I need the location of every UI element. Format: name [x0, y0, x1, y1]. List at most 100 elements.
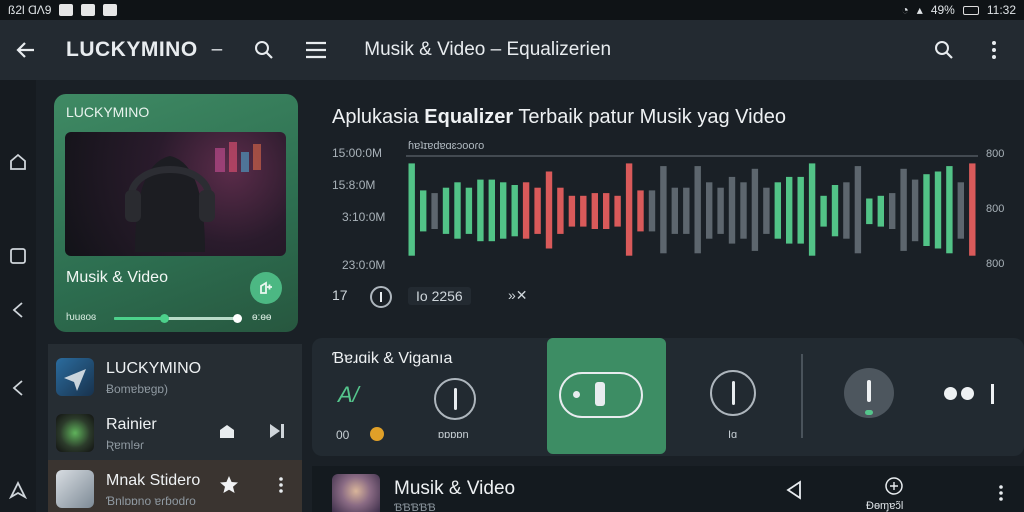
equalizer-heading: Aplukasia Equalizer Terbaik patur Musik …	[332, 106, 786, 129]
eq-bar[interactable]	[500, 182, 507, 239]
eq-bar[interactable]	[751, 168, 759, 251]
menu-icon[interactable]	[296, 30, 336, 70]
volume-icon[interactable]	[784, 480, 804, 505]
eq-bar[interactable]	[843, 182, 850, 239]
eq-bar[interactable]	[408, 163, 415, 256]
play-circle-icon[interactable]	[370, 286, 392, 308]
eq-bar[interactable]	[877, 195, 884, 227]
eq-bar[interactable]	[477, 179, 484, 242]
wifi-icon: ◔	[901, 3, 909, 17]
track-subtitle: Ʀɐmlɘɾ	[106, 438, 145, 452]
heading-bold-text: Equalizer	[424, 106, 514, 128]
youtube-icon	[81, 4, 96, 16]
track-subtitle: Ɓnlɒɒno ɐɾɓodɾo	[106, 494, 196, 508]
eq-bar[interactable]	[671, 187, 678, 234]
search-icon[interactable]	[244, 30, 284, 70]
eq-bar[interactable]	[797, 176, 804, 244]
eq-bar[interactable]	[557, 187, 564, 234]
search-icon[interactable]	[924, 30, 964, 70]
list-item[interactable]: Rainier Ʀɐmlɘɾ	[48, 404, 302, 458]
eq-bar[interactable]	[465, 187, 473, 234]
eq-bar[interactable]	[580, 195, 587, 227]
eq-bar[interactable]	[728, 176, 736, 244]
chevron-left-icon[interactable]	[6, 298, 30, 322]
bookmark-icon[interactable]	[6, 478, 30, 502]
eq-bar[interactable]	[786, 176, 793, 244]
eq-bar[interactable]	[763, 187, 770, 234]
more-vert-icon[interactable]	[998, 484, 1004, 507]
eq-bar[interactable]	[934, 171, 942, 249]
eq-bar[interactable]	[568, 195, 576, 227]
volume-knob[interactable]	[844, 368, 894, 418]
eq-bar[interactable]	[614, 195, 621, 227]
eq-bar[interactable]	[889, 193, 896, 229]
y-tick-label: 15:8:0M	[332, 178, 376, 192]
eq-bar[interactable]	[740, 182, 747, 239]
eq-bar[interactable]	[900, 168, 907, 251]
seek-handle[interactable]	[160, 314, 170, 323]
eq-bar[interactable]	[648, 190, 656, 232]
eq-bar[interactable]	[442, 187, 450, 234]
home-icon[interactable]	[6, 150, 30, 174]
eq-bar[interactable]	[831, 185, 839, 237]
eq-bar[interactable]	[694, 166, 701, 254]
eq-bar[interactable]	[946, 166, 953, 254]
more-vert-icon[interactable]	[270, 474, 292, 496]
eq-bar[interactable]	[969, 163, 976, 256]
eq-bar[interactable]	[911, 179, 919, 242]
effect-icon[interactable]: A/	[338, 382, 359, 408]
eq-bar[interactable]	[854, 166, 862, 254]
eq-footer-chip[interactable]: Io 2256	[408, 287, 471, 305]
more-options-icon[interactable]	[944, 384, 1004, 404]
skip-next-icon[interactable]	[266, 420, 288, 442]
seek-bar[interactable]: ƕuɞoɞ ɵ:ɵɵ	[66, 311, 288, 325]
system-nav	[0, 80, 36, 512]
eq-bar[interactable]	[625, 163, 633, 256]
eq-bar[interactable]	[683, 187, 690, 234]
eq-bar[interactable]	[957, 182, 964, 239]
chevron-left-icon[interactable]	[6, 376, 30, 400]
eq-bar[interactable]	[603, 193, 610, 229]
now-playing-card[interactable]: LUCKYMINO Musik & Video ƕuɞoɞ ɵ:ɵɵ	[54, 94, 298, 332]
toggle-tile[interactable]	[547, 338, 666, 454]
eq-bar[interactable]	[591, 193, 598, 229]
eq-bar[interactable]	[923, 174, 930, 246]
back-arrow-icon[interactable]	[6, 30, 46, 70]
seek-track[interactable]	[114, 314, 242, 323]
treble-knob[interactable]	[710, 370, 756, 416]
square-icon[interactable]	[6, 244, 30, 268]
equalizer-panel: Aplukasia Equalizer Terbaik patur Musik …	[312, 92, 1024, 328]
eq-bar[interactable]	[488, 179, 495, 242]
eq-bar[interactable]	[522, 182, 530, 239]
eq-bar[interactable]	[420, 190, 427, 232]
shuffle-icon[interactable]: »✕	[508, 287, 528, 304]
list-item[interactable]: LUCKYMINO Ƀomɐbɐɡɒ)	[48, 348, 302, 402]
star-icon[interactable]	[218, 474, 240, 496]
eq-bar[interactable]	[637, 190, 644, 232]
bass-knob[interactable]	[434, 378, 476, 420]
battery-icon	[962, 5, 979, 15]
eq-bar[interactable]	[431, 193, 438, 229]
list-item[interactable]: Mnak Stidero Ɓnlɒɒno ɐɾɓodɾo	[48, 460, 302, 512]
sound-controls-panel: Ɓɐɹɑik & Viganıa A/ 00 ɒɒɒɒn Iɑ	[312, 338, 1024, 456]
eq-bar[interactable]	[534, 187, 541, 234]
eq-bar[interactable]	[454, 182, 461, 239]
eq-bar[interactable]	[545, 171, 553, 249]
eq-bar[interactable]	[660, 166, 667, 254]
eq-bar[interactable]	[774, 182, 781, 239]
bottom-player-bar[interactable]: Musik & Video ƁƁƁƁƁ Ɖɵɱɐɔ̃l	[312, 466, 1024, 512]
eq-bar[interactable]	[820, 195, 827, 227]
eq-bar[interactable]	[808, 163, 816, 256]
add-to-playlist-button[interactable]	[250, 272, 282, 304]
download-button[interactable]: Ɖɵɱɐɔ̃l	[864, 476, 924, 512]
eq-bar[interactable]	[706, 182, 713, 239]
equalizer-chart[interactable]	[406, 150, 978, 280]
heading-text: Aplukasia	[332, 106, 425, 128]
eq-bar[interactable]	[866, 198, 873, 225]
treble-knob-label: Iɑ	[728, 429, 738, 441]
eq-bar[interactable]	[511, 185, 518, 237]
more-vert-icon[interactable]	[974, 30, 1014, 70]
eq-bar[interactable]	[717, 187, 724, 234]
effect-toggle[interactable]	[559, 372, 643, 418]
pin-icon[interactable]	[216, 420, 238, 442]
